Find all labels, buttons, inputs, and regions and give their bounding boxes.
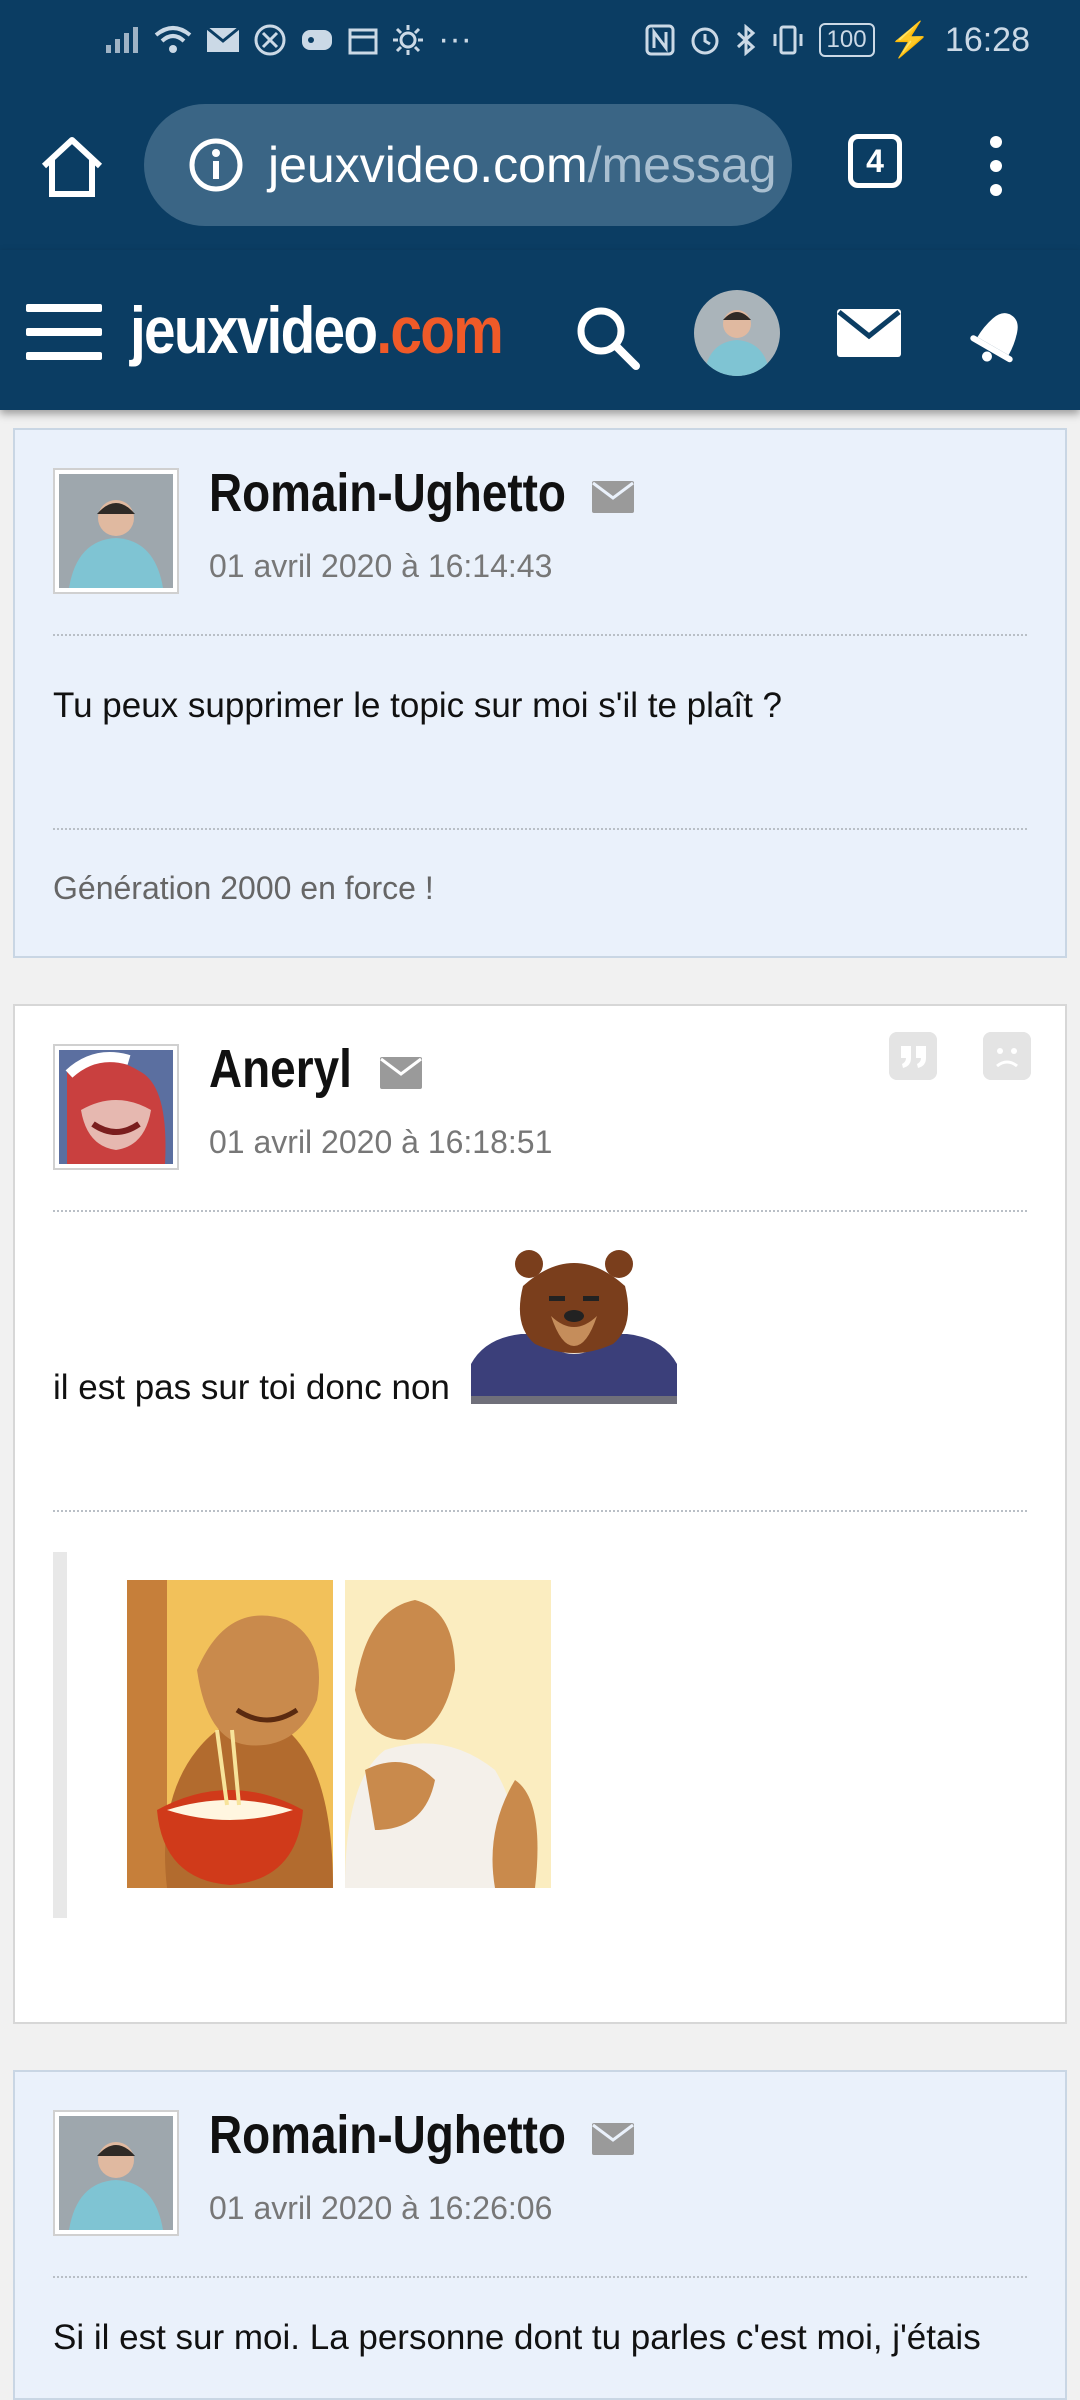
divider xyxy=(53,1510,1027,1512)
bluetooth-icon xyxy=(736,24,755,56)
post-avatar[interactable] xyxy=(53,1044,179,1170)
url-path: /messag xyxy=(587,137,777,193)
home-icon[interactable] xyxy=(38,134,106,200)
mail-icon[interactable] xyxy=(591,480,635,514)
calendar-icon xyxy=(348,28,378,54)
mail-icon[interactable] xyxy=(379,1056,423,1090)
post-author[interactable]: Romain-Ughetto xyxy=(209,2104,566,2166)
sticker-image xyxy=(471,1246,677,1404)
gif-image xyxy=(127,1580,333,1888)
post-message: il est pas sur toi donc non xyxy=(53,1368,450,1407)
game-notification-icon xyxy=(302,29,332,50)
alarm-icon xyxy=(691,27,719,55)
divider xyxy=(53,828,1027,830)
status-bar: ··· 100 ⚡ 16:28 xyxy=(0,0,1080,82)
bell-icon[interactable] xyxy=(970,302,1030,366)
brightness-icon xyxy=(393,24,423,55)
forum-post: Romain-Ughetto 01 avril 2020 à 16:26:06 … xyxy=(13,2070,1067,2400)
search-icon[interactable] xyxy=(574,304,640,370)
logo-suffix: .com xyxy=(376,293,503,367)
url-text[interactable]: jeuxvideo.com/messag xyxy=(268,136,777,194)
post-signature: Génération 2000 en force ! xyxy=(53,870,434,906)
quote-block-bar xyxy=(53,1552,67,1918)
site-logo[interactable]: jeuxvideo.com xyxy=(130,292,504,368)
post-avatar[interactable] xyxy=(53,468,179,594)
post-date[interactable]: 01 avril 2020 à 16:14:43 xyxy=(209,548,552,585)
mail-notification-icon xyxy=(206,26,240,52)
divider xyxy=(53,1210,1027,1212)
forum-post: Aneryl 01 avril 2020 à 16:18:51 il est p… xyxy=(13,1004,1067,2024)
mail-icon[interactable] xyxy=(591,2122,635,2156)
divider xyxy=(53,2276,1027,2278)
gif-image xyxy=(345,1580,551,1888)
battery-indicator: 100 xyxy=(818,23,875,57)
post-message: Tu peux supprimer le topic sur moi s'il … xyxy=(53,686,783,725)
url-bar[interactable]: jeuxvideo.com/messag xyxy=(144,104,792,226)
status-right-icons: 100 ⚡ 16:28 xyxy=(645,20,1030,60)
report-icon[interactable] xyxy=(983,1032,1031,1080)
avatar[interactable] xyxy=(694,290,780,376)
tabs-button[interactable]: 4 xyxy=(848,134,902,188)
post-date[interactable]: 01 avril 2020 à 16:26:06 xyxy=(209,2190,552,2227)
app-notification-icon xyxy=(254,24,286,55)
logo-main: jeuxvideo xyxy=(130,293,378,367)
post-author[interactable]: Romain-Ughetto xyxy=(209,462,566,524)
nfc-icon xyxy=(645,24,675,56)
vibrate-icon xyxy=(773,25,803,55)
forum-post: Romain-Ughetto 01 avril 2020 à 16:14:43 … xyxy=(13,428,1067,958)
post-message: Si il est sur moi. La personne dont tu p… xyxy=(53,2318,981,2357)
mail-icon[interactable] xyxy=(836,308,902,358)
more-notifications-icon: ··· xyxy=(438,20,472,58)
divider xyxy=(53,634,1027,636)
more-vert-icon[interactable] xyxy=(984,134,1008,198)
clock: 16:28 xyxy=(944,20,1030,59)
post-avatar[interactable] xyxy=(53,2110,179,2236)
info-icon[interactable] xyxy=(188,137,244,193)
browser-toolbar: jeuxvideo.com/messag 4 xyxy=(0,82,1080,250)
url-domain: jeuxvideo.com xyxy=(268,137,588,193)
quote-icon[interactable] xyxy=(889,1032,937,1080)
signal-icon xyxy=(106,26,138,53)
wifi-icon xyxy=(154,25,192,53)
hamburger-icon[interactable] xyxy=(26,302,102,362)
charging-icon: ⚡ xyxy=(888,21,931,59)
post-author[interactable]: Aneryl xyxy=(209,1038,352,1100)
site-header: jeuxvideo.com xyxy=(0,250,1080,410)
post-date[interactable]: 01 avril 2020 à 16:18:51 xyxy=(209,1124,552,1161)
status-left-icons: ··· xyxy=(104,20,472,59)
